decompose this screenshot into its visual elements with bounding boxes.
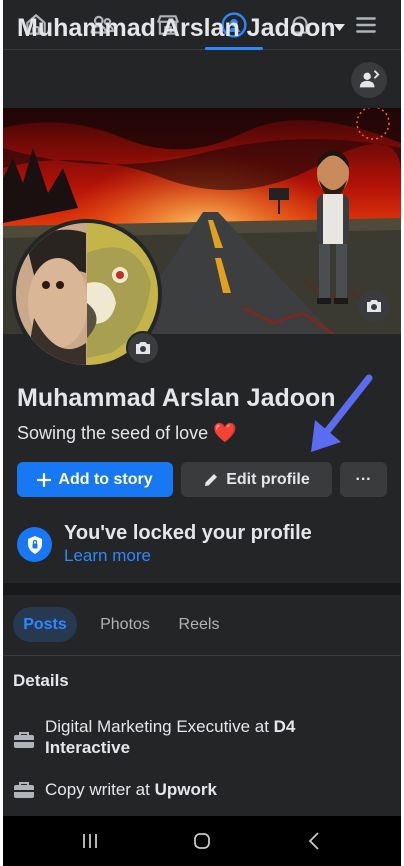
learn-more-link[interactable]: Learn more (64, 546, 151, 566)
phone-screen: Muhammad Arslan Jadoon Muhammad Arslan J… (3, 0, 401, 866)
detail-work2-employer: Upwork (154, 780, 217, 799)
edit-cover-button[interactable] (358, 290, 390, 322)
locked-profile-title: You've locked your profile (64, 522, 312, 544)
details-heading: Details (13, 671, 69, 690)
plus-icon (37, 472, 52, 487)
menu-icon (356, 17, 376, 33)
profile-bio: Sowing the seed of love ❤️ (17, 421, 237, 445)
back-button[interactable] (289, 816, 339, 866)
switch-profile-button[interactable] (351, 62, 387, 98)
lock-shield-icon (17, 527, 52, 562)
tabs-divider (3, 655, 401, 656)
briefcase-icon (14, 732, 34, 748)
recent-apps-button[interactable] (65, 816, 115, 866)
home-system-button[interactable] (177, 816, 227, 866)
tab-photos[interactable]: Photos (87, 607, 163, 642)
pencil-icon (203, 472, 219, 488)
edit-profile-button[interactable]: Edit profile (181, 462, 332, 497)
detail-text-work: Digital Marketing Executive at D4 Intera… (45, 716, 355, 758)
add-to-story-label: Add to story (58, 470, 153, 488)
detail-text-work-2: Copy writer at Upwork (45, 779, 355, 800)
header-profile-name[interactable]: Muhammad Arslan Jadoon (17, 14, 336, 43)
switch-profile-icon (359, 70, 380, 88)
heart-emoji: ❤️ (213, 423, 237, 444)
detail-row-work-2[interactable]: Copy writer at Upwork (13, 779, 373, 801)
more-dots-icon: ··· (355, 470, 372, 488)
chevron-down-icon[interactable] (334, 24, 345, 32)
profile-name: Muhammad Arslan Jadoon (17, 384, 336, 412)
tab-posts[interactable]: Posts (13, 607, 77, 642)
detail-work-prefix: Digital Marketing Executive at (45, 717, 274, 736)
edit-profile-label: Edit profile (226, 470, 310, 488)
camera-icon (136, 342, 150, 354)
section-divider (3, 583, 401, 595)
home-circle-icon (194, 833, 210, 849)
tab-reels[interactable]: Reels (169, 607, 229, 642)
annotation-arrow (311, 374, 373, 452)
back-icon (308, 832, 319, 850)
add-to-story-button[interactable]: Add to story (17, 462, 173, 497)
detail-work2-prefix: Copy writer at (45, 780, 155, 799)
system-navigation-bar (3, 816, 401, 866)
camera-icon (367, 300, 381, 312)
detail-row-work[interactable]: Digital Marketing Executive at D4 Intera… (13, 716, 373, 764)
bio-text: Sowing the seed of love (17, 423, 209, 443)
edit-profile-picture-button[interactable] (126, 331, 160, 365)
more-options-button[interactable]: ··· (340, 462, 387, 497)
recent-apps-icon (83, 834, 97, 848)
briefcase-icon (14, 782, 34, 798)
